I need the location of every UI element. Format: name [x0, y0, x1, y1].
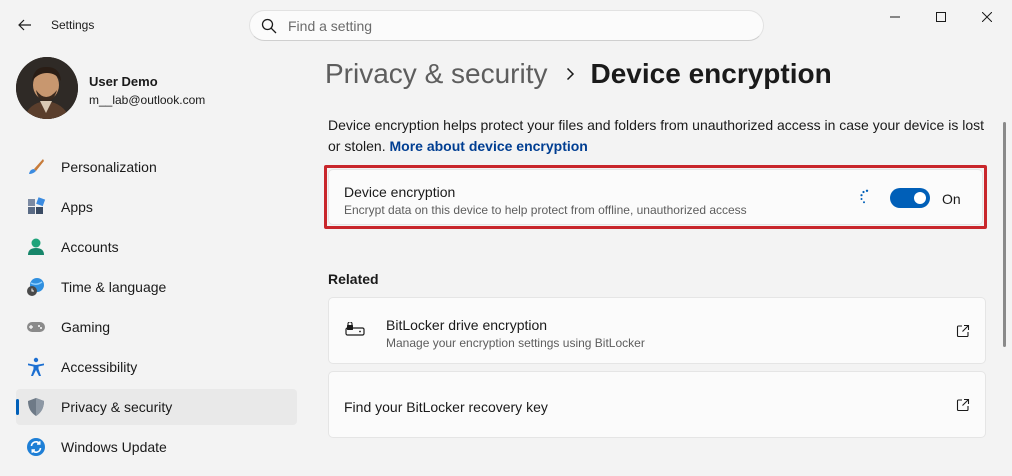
open-external-icon	[956, 324, 970, 338]
related-heading: Related	[328, 271, 379, 287]
sidebar-item-gaming[interactable]: Gaming	[16, 309, 297, 345]
bitlocker-recovery-key-title: Find your BitLocker recovery key	[344, 399, 548, 415]
sidebar-item-label: Gaming	[61, 319, 111, 335]
bitlocker-drive-encryption-title: BitLocker drive encryption	[386, 317, 548, 333]
shield-icon	[26, 397, 46, 417]
arrow-left-icon	[18, 19, 31, 31]
page-description: Device encryption helps protect your fil…	[328, 115, 998, 157]
person-icon	[26, 237, 46, 257]
user-photo-icon	[16, 57, 78, 119]
minimize-icon	[890, 16, 900, 18]
paintbrush-icon	[26, 157, 46, 177]
device-encryption-toggle[interactable]	[890, 188, 930, 208]
sidebar-item-apps[interactable]: Apps	[16, 189, 297, 225]
sidebar-item-label: Privacy & security	[61, 399, 173, 415]
bitlocker-drive-encryption-subtitle: Manage your encryption settings using Bi…	[386, 336, 645, 350]
gamepad-icon	[26, 317, 46, 337]
globe-clock-icon	[26, 277, 46, 297]
maximize-button[interactable]	[918, 0, 964, 34]
sync-icon	[26, 437, 46, 457]
sidebar-item-label: Apps	[61, 199, 93, 215]
toggle-state-label: On	[942, 191, 961, 207]
breadcrumb: Privacy & security Device encryption	[325, 58, 832, 90]
close-icon	[982, 12, 992, 22]
sidebar-item-accounts[interactable]: Accounts	[16, 229, 297, 265]
sidebar-item-label: Personalization	[61, 159, 157, 175]
accessibility-icon	[26, 357, 46, 377]
sidebar-nav: Personalization Apps Accounts Time & lan…	[16, 149, 297, 469]
close-button[interactable]	[964, 0, 1010, 34]
breadcrumb-parent-link[interactable]: Privacy & security	[325, 58, 548, 90]
bitlocker-recovery-key-card[interactable]: Find your BitLocker recovery key	[328, 371, 986, 438]
bitlocker-drive-icon	[345, 322, 365, 336]
sidebar-item-personalization[interactable]: Personalization	[16, 149, 297, 185]
sidebar-item-label: Accounts	[61, 239, 119, 255]
minimize-button[interactable]	[872, 0, 918, 34]
avatar[interactable]	[16, 57, 78, 119]
active-indicator	[16, 399, 19, 415]
sidebar-item-windows-update[interactable]: Windows Update	[16, 429, 297, 465]
user-email: m__lab@outlook.com	[89, 93, 206, 107]
highlight-box	[324, 165, 987, 229]
open-external-icon	[956, 398, 970, 412]
search-input[interactable]	[288, 15, 748, 37]
search-icon	[261, 18, 277, 34]
page-title: Device encryption	[590, 58, 832, 89]
search-box[interactable]	[249, 10, 764, 41]
more-about-encryption-link[interactable]: More about device encryption	[389, 138, 587, 154]
scrollbar[interactable]	[1003, 122, 1006, 347]
maximize-icon	[936, 12, 946, 22]
bitlocker-drive-encryption-card[interactable]: BitLocker drive encryption Manage your e…	[328, 297, 986, 364]
user-name: User Demo	[89, 74, 158, 89]
apps-icon	[26, 197, 46, 217]
title-bar: Settings	[0, 0, 1012, 48]
app-title: Settings	[51, 18, 95, 32]
toggle-knob	[914, 192, 926, 204]
sidebar-item-privacy-security[interactable]: Privacy & security	[16, 389, 297, 425]
sidebar-item-label: Accessibility	[61, 359, 138, 375]
chevron-right-icon	[566, 67, 575, 81]
sidebar-item-label: Windows Update	[61, 439, 167, 455]
back-button[interactable]	[12, 12, 38, 38]
sidebar-item-time-language[interactable]: Time & language	[16, 269, 297, 305]
sidebar-item-label: Time & language	[61, 279, 167, 295]
sidebar-item-accessibility[interactable]: Accessibility	[16, 349, 297, 385]
